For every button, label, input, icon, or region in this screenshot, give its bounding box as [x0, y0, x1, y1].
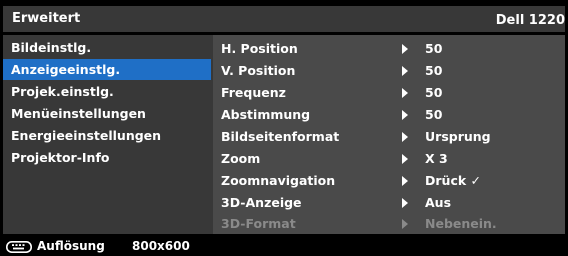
arrow-right-icon: [402, 198, 408, 208]
setting-row-h-position[interactable]: H. Position 50: [213, 37, 565, 59]
setting-value: 50: [425, 107, 443, 122]
resolution-value: 800x600: [132, 239, 190, 253]
menu-item-menueinstellungen[interactable]: Menüeinstellungen: [3, 103, 211, 124]
settings-panel: H. Position 50 V. Position 50 Frequenz 5…: [213, 35, 565, 234]
arrow-right-icon: [402, 44, 408, 54]
setting-value: Nebenein.: [425, 216, 497, 231]
menu-item-bildeinstlg[interactable]: Bildeinstlg.: [3, 37, 211, 58]
menu-title: Erweitert: [12, 11, 81, 26]
setting-row-zoom[interactable]: Zoom X 3: [213, 147, 565, 169]
osd-body: Bildeinstlg. Anzeigeeinstlg. Projek.eins…: [3, 35, 565, 234]
menu-item-projek-einstlg[interactable]: Projek.einstlg.: [3, 81, 211, 102]
device-model: Dell 1220: [495, 13, 565, 28]
setting-label: Zoom: [221, 151, 261, 166]
menu-item-projektor-info[interactable]: Projektor-Info: [3, 147, 211, 168]
main-menu: Bildeinstlg. Anzeigeeinstlg. Projek.eins…: [3, 35, 211, 234]
setting-value: 50: [425, 63, 443, 78]
setting-value: 50: [425, 41, 443, 56]
menu-item-energieeinstellungen[interactable]: Energieeinstellungen: [3, 125, 211, 146]
setting-label: 3D-Anzeige: [221, 195, 302, 210]
setting-row-v-position[interactable]: V. Position 50: [213, 59, 565, 81]
setting-label: Frequenz: [221, 85, 286, 100]
setting-label: Zoomnavigation: [221, 173, 336, 188]
setting-value: Aus: [425, 195, 452, 210]
arrow-right-icon: [402, 219, 408, 229]
setting-label: H. Position: [221, 41, 298, 56]
setting-row-bildseitenformat[interactable]: Bildseitenformat Ursprung: [213, 125, 565, 147]
setting-row-3d-anzeige[interactable]: 3D-Anzeige Aus: [213, 191, 565, 213]
setting-label: 3D-Format: [221, 216, 296, 231]
menu-item-anzeigeeinstlg[interactable]: Anzeigeeinstlg.: [3, 59, 211, 80]
setting-label: Abstimmung: [221, 107, 311, 122]
resolution-label: Auflösung: [37, 239, 105, 253]
arrow-right-icon: [402, 132, 408, 142]
setting-value: X 3: [425, 151, 448, 166]
setting-row-zoomnavigation[interactable]: Zoomnavigation Drück ✓: [213, 169, 565, 191]
arrow-right-icon: [402, 176, 408, 186]
title-bar: Erweitert Dell 1220: [3, 6, 565, 32]
setting-row-3d-format: 3D-Format Nebenein.: [213, 212, 565, 234]
setting-value: Ursprung: [425, 129, 491, 144]
arrow-right-icon: [402, 66, 408, 76]
setting-value: 50: [425, 85, 443, 100]
keyboard-icon: [6, 241, 32, 253]
arrow-right-icon: [402, 154, 408, 164]
osd-window: Erweitert Dell 1220 Bildeinstlg. Anzeige…: [0, 0, 568, 256]
arrow-right-icon: [402, 88, 408, 98]
arrow-right-icon: [402, 110, 408, 120]
setting-label: V. Position: [221, 63, 296, 78]
setting-value: Drück ✓: [425, 173, 481, 188]
status-bar: Auflösung 800x600: [0, 236, 568, 256]
setting-row-frequenz[interactable]: Frequenz 50: [213, 81, 565, 103]
setting-row-abstimmung[interactable]: Abstimmung 50: [213, 103, 565, 125]
setting-label: Bildseitenformat: [221, 129, 340, 144]
